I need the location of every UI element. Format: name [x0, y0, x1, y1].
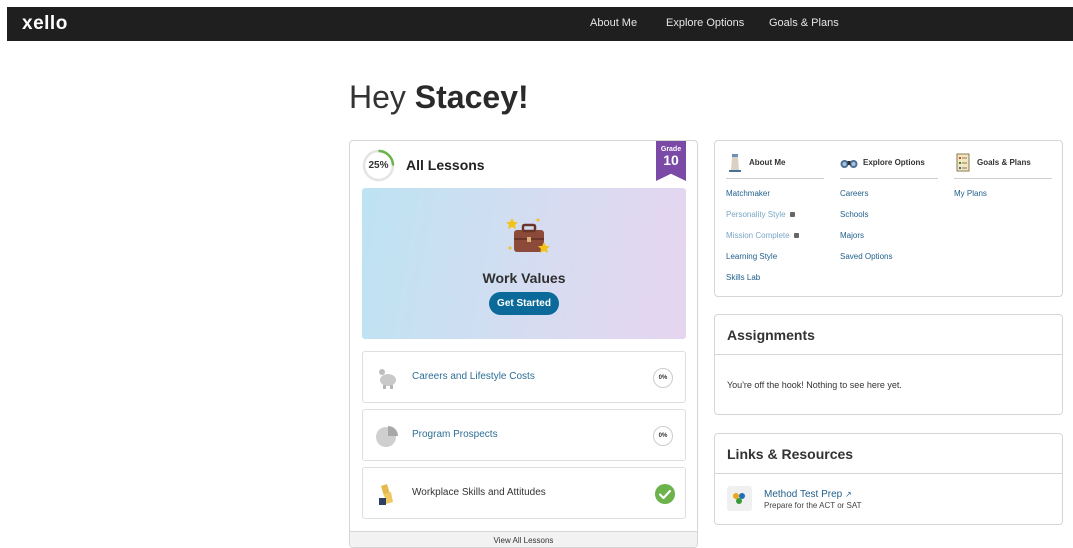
nav-about-me[interactable]: About Me — [590, 17, 637, 29]
lock-icon — [793, 233, 799, 238]
link-saved-options[interactable]: Saved Options — [840, 252, 938, 261]
assignments-empty-message: You're off the hook! Nothing to see here… — [727, 380, 902, 390]
featured-lesson-title: Work Values — [482, 270, 566, 286]
nav-explore-options[interactable]: Explore Options — [666, 17, 744, 29]
assignments-title: Assignments — [727, 327, 815, 343]
lesson-row[interactable]: Program Prospects 0% — [362, 409, 686, 461]
lesson-progress-badge: 0% — [653, 368, 673, 388]
hands-icon — [379, 484, 393, 505]
view-all-lessons-button[interactable]: View All Lessons — [350, 531, 697, 547]
get-started-button[interactable]: Get Started — [489, 292, 559, 315]
links-resources-card: Links & Resources Method Test Prep ↗ Pre… — [714, 433, 1063, 525]
divider — [715, 354, 1062, 355]
greeting-prefix: Hey — [349, 79, 415, 115]
assignments-card: Assignments You're off the hook! Nothing… — [714, 314, 1063, 415]
link-skills-lab[interactable]: Skills Lab — [726, 273, 824, 282]
grade-value: 10 — [663, 152, 679, 168]
lesson-label: Workplace Skills and Attitudes — [412, 487, 546, 498]
explore-options-column: Explore Options Careers Schools Majors S… — [840, 153, 938, 261]
column-header[interactable]: Goals & Plans — [954, 153, 1052, 179]
featured-lesson[interactable]: Work Values Get Started — [362, 188, 686, 339]
link-schools[interactable]: Schools — [840, 210, 938, 219]
external-link-icon: ↗ — [844, 490, 852, 499]
progress-percent: 25% — [368, 160, 389, 171]
links-resources-title: Links & Resources — [727, 446, 854, 462]
lesson-label: Careers and Lifestyle Costs — [412, 371, 535, 382]
pie-chart-icon — [376, 426, 398, 447]
nav-goals-plans[interactable]: Goals & Plans — [769, 17, 839, 29]
method-test-prep-icon — [727, 486, 752, 511]
lesson-row[interactable]: Workplace Skills and Attitudes — [362, 467, 686, 519]
lesson-progress-badge: 0% — [653, 426, 673, 446]
divider — [715, 473, 1062, 474]
link-label: Mission Complete — [726, 231, 790, 240]
top-navigation-bar: xello About Me Explore Options Goals & P… — [7, 7, 1073, 41]
xello-logo[interactable]: xello — [22, 13, 68, 35]
lock-icon — [789, 212, 795, 217]
greeting-name: Stacey! — [414, 79, 529, 115]
page-greeting: Hey Stacey! — [349, 79, 529, 116]
column-title: About Me — [749, 158, 786, 167]
resource-link[interactable]: Method Test Prep ↗ — [764, 489, 852, 500]
resource-title: Method Test Prep — [764, 489, 843, 500]
link-learning-style[interactable]: Learning Style — [726, 252, 824, 261]
lighthouse-icon — [729, 154, 741, 172]
column-title: Explore Options — [863, 158, 925, 167]
link-majors[interactable]: Majors — [840, 231, 938, 240]
lesson-label: Program Prospects — [412, 429, 498, 440]
link-mission-complete[interactable]: Mission Complete — [726, 231, 824, 240]
briefcase-icon — [506, 218, 550, 253]
lesson-row[interactable]: Careers and Lifestyle Costs 0% — [362, 351, 686, 403]
link-matchmaker[interactable]: Matchmaker — [726, 189, 824, 198]
binoculars-icon — [840, 160, 858, 168]
grade-badge: Grade 10 — [656, 141, 686, 181]
piggy-bank-icon — [379, 369, 396, 389]
quick-nav-card: About Me Matchmaker Personality Style Mi… — [714, 140, 1063, 297]
link-personality-style[interactable]: Personality Style — [726, 210, 824, 219]
link-careers[interactable]: Careers — [840, 189, 938, 198]
about-me-column: About Me Matchmaker Personality Style Mi… — [726, 153, 824, 282]
link-label: Personality Style — [726, 210, 786, 219]
column-header[interactable]: About Me — [726, 153, 824, 179]
checklist-icon — [956, 153, 970, 172]
lessons-title[interactable]: All Lessons — [406, 157, 485, 173]
link-my-plans[interactable]: My Plans — [954, 189, 1052, 198]
goals-plans-column: Goals & Plans My Plans — [954, 153, 1052, 198]
complete-check-icon — [655, 484, 675, 504]
resource-subtitle: Prepare for the ACT or SAT — [764, 501, 862, 510]
column-header[interactable]: Explore Options — [840, 153, 938, 179]
lessons-card: 25% All Lessons Grade 10 Work Values Get… — [349, 140, 698, 548]
column-title: Goals & Plans — [977, 158, 1031, 167]
